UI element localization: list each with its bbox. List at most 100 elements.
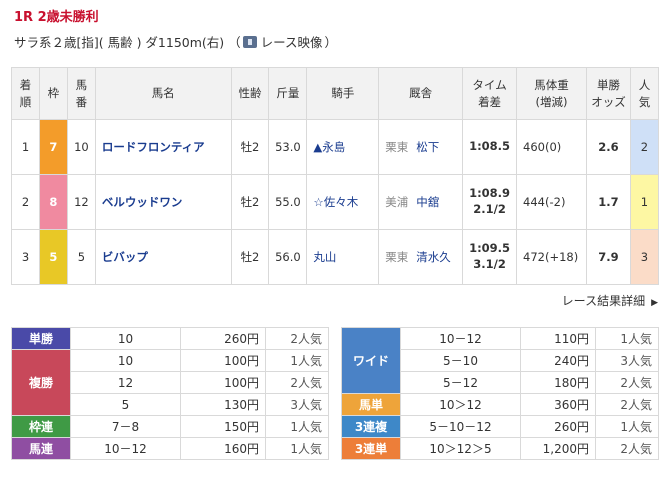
payout-row: 3連単 10＞12＞5 1,200円 2人気 xyxy=(341,437,659,460)
combo: 5 xyxy=(70,393,181,416)
header-waku: 枠 xyxy=(38,67,68,120)
waku-badge: 8 xyxy=(38,174,68,230)
popularity: 2人気 xyxy=(595,437,659,460)
payout: 260円 xyxy=(180,327,266,350)
trainer-area: 栗東 xyxy=(385,140,409,154)
horse-name-link[interactable]: ベルウッドワン xyxy=(94,174,232,230)
win-odds: 2.6 xyxy=(586,119,631,175)
chevron-right-icon: ▶ xyxy=(651,298,658,308)
trainer-link[interactable]: 清水久 xyxy=(416,250,451,264)
combo: 5－12 xyxy=(400,371,521,394)
waku-badge: 7 xyxy=(38,119,68,175)
bet-type-sanrenpuku: 3連複 xyxy=(341,415,401,438)
popularity: 1人気 xyxy=(265,415,329,438)
trainer: 栗東 清水久 xyxy=(378,229,464,285)
combo: 12 xyxy=(70,371,181,394)
rank: 2 xyxy=(11,174,40,230)
race-video-link[interactable]: レース映像 xyxy=(242,32,323,51)
trainer: 美浦 中舘 xyxy=(378,174,464,230)
horse-number: 5 xyxy=(66,229,96,285)
race-title: 1R 2歳未勝利 xyxy=(14,10,99,25)
rank: 3 xyxy=(11,229,40,285)
popularity: 2 xyxy=(629,119,660,175)
combo: 10－12 xyxy=(400,327,521,350)
payout: 1,200円 xyxy=(520,437,596,460)
combo: 10 xyxy=(70,327,181,350)
popularity: 1 xyxy=(629,174,660,230)
payout: 110円 xyxy=(520,327,596,350)
horse-weight: 460(0) xyxy=(516,119,588,175)
table-header-row: 着順 枠 馬番 馬名 性齢 斤量 騎手 厩舎 タイム 着差 馬体重 (増減) 単勝オ… xyxy=(11,67,660,120)
win-odds: 1.7 xyxy=(586,174,631,230)
popularity: 1人気 xyxy=(265,349,329,372)
header-time: タイム 着差 xyxy=(462,67,518,120)
combo: 10＞12＞5 xyxy=(400,437,521,460)
sex-age: 牡2 xyxy=(230,174,270,230)
table-row: 1 7 10 ロードフロンティア 牡2 53.0 ▲永島 栗東 松下 1:08.5… xyxy=(11,119,660,175)
payout: 150円 xyxy=(180,415,266,438)
horse-number: 10 xyxy=(66,119,96,175)
popularity: 3 xyxy=(629,229,660,285)
payout: 160円 xyxy=(180,437,266,460)
bet-type-sanrentan: 3連単 xyxy=(341,437,401,460)
header-odds: 単勝 オッズ xyxy=(586,67,631,120)
payout: 360円 xyxy=(520,393,596,416)
race-result-detail-link[interactable]: レース結果詳細 ▶ xyxy=(562,292,658,309)
horse-number: 12 xyxy=(66,174,96,230)
payout: 130円 xyxy=(180,393,266,416)
payout-row: 単勝 10 260円 2人気 xyxy=(11,327,329,350)
combo: 10－12 xyxy=(70,437,181,460)
popularity: 2人気 xyxy=(595,393,659,416)
carried-weight: 55.0 xyxy=(268,174,308,230)
time: 1:08.9 2.1/2 xyxy=(462,174,518,230)
header-horse: 馬名 xyxy=(94,67,232,120)
header-horse-weight: 馬体重 (増減) xyxy=(516,67,588,120)
time: 1:08.5 xyxy=(462,119,518,175)
bet-type-wide: ワイド xyxy=(341,327,401,394)
table-row: 3 5 5 ビバップ 牡2 56.0 丸山 栗東 清水久 1:09.5 3.1/2 … xyxy=(11,229,660,285)
sex-age: 牡2 xyxy=(230,119,270,175)
combo: 5－10－12 xyxy=(400,415,521,438)
horse-name-link[interactable]: ロードフロンティア xyxy=(94,119,232,175)
popularity: 1人気 xyxy=(595,415,659,438)
trainer-link[interactable]: 中舘 xyxy=(416,195,439,209)
header-weight: 斤量 xyxy=(268,67,308,120)
header-pop: 人気 xyxy=(629,67,660,120)
carried-weight: 53.0 xyxy=(268,119,308,175)
horse-weight: 472(+18) xyxy=(516,229,588,285)
popularity: 1人気 xyxy=(265,437,329,460)
popularity: 2人気 xyxy=(265,327,329,350)
carried-weight: 56.0 xyxy=(268,229,308,285)
race-conditions: サラ系２歳[指]( 馬齢 ) ダ1150m(右) （ xyxy=(14,35,241,50)
payout: 180円 xyxy=(520,371,596,394)
payout-row: 馬連 10－12 160円 1人気 xyxy=(11,437,329,460)
horse-weight: 444(-2) xyxy=(516,174,588,230)
payout-row: 複勝 10 100円 1人気 xyxy=(11,349,329,416)
combo: 5－10 xyxy=(400,349,521,372)
jockey-link[interactable]: 丸山 xyxy=(306,229,380,285)
combo: 10＞12 xyxy=(400,393,521,416)
bet-type-umaren: 馬連 xyxy=(11,437,71,460)
popularity: 1人気 xyxy=(595,327,659,350)
header-sex-age: 性齢 xyxy=(230,67,270,120)
payout-table-right: ワイド 10－12 110円 1人気 5－10 240円 3人気 5－12 18… xyxy=(341,327,659,460)
payout-row: 3連複 5－10－12 260円 1人気 xyxy=(341,415,659,438)
payout-row: 馬単 10＞12 360円 2人気 xyxy=(341,393,659,416)
header-trainer: 厩舎 xyxy=(378,67,464,120)
jockey-link[interactable]: ☆佐々木 xyxy=(306,174,380,230)
payout: 240円 xyxy=(520,349,596,372)
trainer-area: 栗東 xyxy=(385,250,409,264)
jockey-link[interactable]: ▲永島 xyxy=(306,119,380,175)
win-odds: 7.9 xyxy=(586,229,631,285)
header-rank: 着順 xyxy=(11,67,40,120)
payout-table-left: 単勝 10 260円 2人気 複勝 10 100円 1人気 12 100円 2人… xyxy=(11,327,329,460)
popularity: 2人気 xyxy=(265,371,329,394)
race-info-close: ） xyxy=(324,35,338,50)
bet-type-umatan: 馬単 xyxy=(341,393,401,416)
payout: 100円 xyxy=(180,349,266,372)
trainer: 栗東 松下 xyxy=(378,119,464,175)
bet-type-wakuren: 枠連 xyxy=(11,415,71,438)
rank: 1 xyxy=(11,119,40,175)
trainer-link[interactable]: 松下 xyxy=(416,140,439,154)
horse-name-link[interactable]: ビバップ xyxy=(94,229,232,285)
